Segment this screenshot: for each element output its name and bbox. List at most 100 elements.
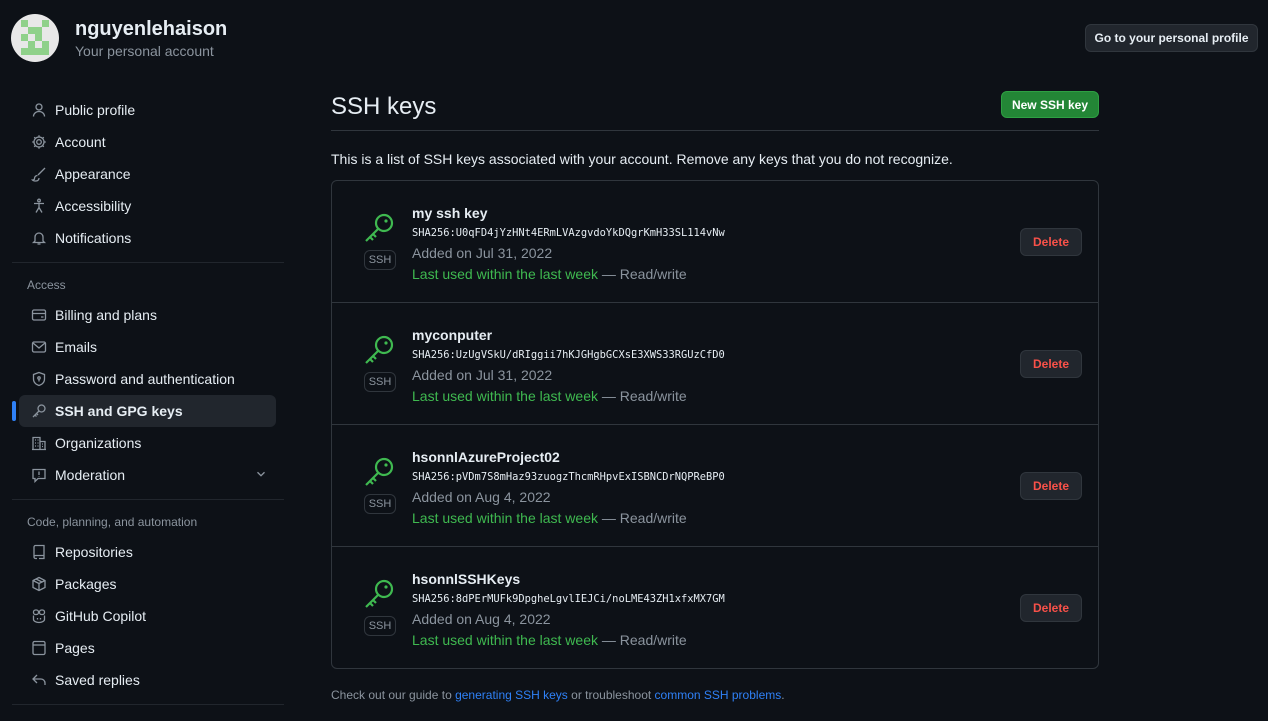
- sidebar-item-repositories[interactable]: Repositories: [19, 536, 276, 568]
- username[interactable]: nguyenlehaison: [75, 16, 227, 42]
- footer-prefix: Check out our guide to: [331, 688, 456, 702]
- key-access-level: — Read/write: [598, 266, 687, 282]
- sidebar-divider: [12, 262, 284, 263]
- key-icon: [31, 403, 47, 419]
- key-added-date: Added on Aug 4, 2022: [412, 611, 551, 627]
- accessibility-icon: [31, 198, 47, 214]
- sidebar-item-label: Organizations: [55, 435, 142, 451]
- delete-button[interactable]: Delete: [1020, 594, 1082, 622]
- key-icon: [365, 335, 394, 364]
- ssh-badge: SSH: [364, 372, 396, 392]
- account-subtitle: Your personal account: [75, 43, 214, 59]
- common-ssh-problems-link[interactable]: common SSH problems: [655, 688, 782, 702]
- key-added-date: Added on Jul 31, 2022: [412, 367, 553, 383]
- sidebar-item-packages[interactable]: Packages: [19, 568, 276, 600]
- section-label-code-planning: Code, planning, and automation: [27, 515, 198, 529]
- sidebar-item-label: Accessibility: [55, 198, 132, 214]
- key-access-level: — Read/write: [598, 510, 687, 526]
- page-title: SSH keys: [331, 93, 437, 120]
- delete-button[interactable]: Delete: [1020, 472, 1082, 500]
- account-header: nguyenlehaison Your personal account: [11, 14, 227, 62]
- sidebar-item-pages[interactable]: Pages: [19, 632, 276, 664]
- browser-icon: [31, 640, 47, 656]
- avatar[interactable]: [11, 14, 59, 62]
- key-last-used: Last used within the last week: [412, 266, 598, 282]
- sidebar-item-label: Repositories: [55, 544, 133, 560]
- key-title: my ssh key: [412, 205, 488, 221]
- ssh-badge: SSH: [364, 616, 396, 636]
- shield-lock-icon: [31, 371, 47, 387]
- delete-button[interactable]: Delete: [1020, 228, 1082, 256]
- sidebar-item-label: Notifications: [55, 230, 132, 246]
- generating-ssh-keys-link[interactable]: generating SSH keys: [455, 688, 568, 702]
- settings-sidebar: Public profile Account Appearance Access…: [12, 94, 284, 713]
- key-fingerprint: SHA256:U0qFD4jYzHNt4ERmLVAzgvdoYkDQgrKmH…: [412, 227, 725, 239]
- footer-note: Check out our guide to generating SSH ke…: [331, 688, 1099, 702]
- list-item: SSH myconputer SHA256:UzUgVSkU/dRIggii7h…: [332, 303, 1098, 425]
- key-access-level: — Read/write: [598, 632, 687, 648]
- sidebar-item-label: Packages: [55, 576, 117, 592]
- key-added-date: Added on Aug 4, 2022: [412, 489, 551, 505]
- sidebar-item-billing[interactable]: Billing and plans: [19, 299, 276, 331]
- copilot-icon: [31, 608, 47, 624]
- key-icon: [365, 213, 394, 242]
- key-title: hsonnlSSHKeys: [412, 571, 521, 587]
- go-to-profile-button[interactable]: Go to your personal profile: [1085, 24, 1258, 52]
- sidebar-item-label: Emails: [55, 339, 98, 355]
- sidebar-item-notifications[interactable]: Notifications: [19, 222, 276, 254]
- delete-button[interactable]: Delete: [1020, 350, 1082, 378]
- sidebar-item-label: Account: [55, 134, 106, 150]
- footer-middle: or troubleshoot: [567, 688, 655, 702]
- ssh-badge: SSH: [364, 250, 396, 270]
- sidebar-item-copilot[interactable]: GitHub Copilot: [19, 600, 276, 632]
- sidebar-divider: [12, 704, 284, 705]
- sidebar-item-account[interactable]: Account: [19, 126, 276, 158]
- key-added-date: Added on Jul 31, 2022: [412, 245, 553, 261]
- sidebar-item-label: GitHub Copilot: [55, 608, 147, 624]
- repo-icon: [31, 544, 47, 560]
- mail-icon: [31, 339, 47, 355]
- report-icon: [31, 467, 47, 483]
- intro-text: This is a list of SSH keys associated wi…: [331, 151, 953, 167]
- sidebar-item-accessibility[interactable]: Accessibility: [19, 190, 276, 222]
- new-ssh-key-button[interactable]: New SSH key: [1001, 91, 1099, 118]
- sidebar-item-password-auth[interactable]: Password and authentication: [19, 363, 276, 395]
- sidebar-item-label: Password and authentication: [55, 371, 235, 387]
- package-icon: [31, 576, 47, 592]
- sidebar-item-public-profile[interactable]: Public profile: [19, 94, 276, 126]
- list-item: SSH hsonnlSSHKeys SHA256:8dPErMUFk9Dpghe…: [332, 547, 1098, 668]
- ssh-badge: SSH: [364, 494, 396, 514]
- bell-icon: [31, 230, 47, 246]
- sidebar-item-appearance[interactable]: Appearance: [19, 158, 276, 190]
- chevron-down-icon[interactable]: [254, 467, 268, 484]
- section-label-access: Access: [27, 278, 66, 292]
- list-item: SSH my ssh key SHA256:U0qFD4jYzHNt4ERmLV…: [332, 181, 1098, 303]
- key-last-used: Last used within the last week: [412, 632, 598, 648]
- key-last-used: Last used within the last week: [412, 510, 598, 526]
- sidebar-item-saved-replies[interactable]: Saved replies: [19, 664, 276, 696]
- key-title: myconputer: [412, 327, 493, 343]
- list-item: SSH hsonnlAzureProject02 SHA256:pVDm7S8m…: [332, 425, 1098, 547]
- sidebar-divider: [12, 499, 284, 500]
- sidebar-item-label: Saved replies: [55, 672, 140, 688]
- sidebar-item-label: SSH and GPG keys: [55, 403, 183, 419]
- page-header: SSH keys New SSH key: [331, 88, 1099, 131]
- key-fingerprint: SHA256:8dPErMUFk9DpgheLgvlIEJCi/noLME43Z…: [412, 593, 725, 605]
- gear-icon: [31, 134, 47, 150]
- sidebar-item-organizations[interactable]: Organizations: [19, 427, 276, 459]
- sidebar-item-emails[interactable]: Emails: [19, 331, 276, 363]
- organization-icon: [31, 435, 47, 451]
- sidebar-item-ssh-gpg-keys[interactable]: SSH and GPG keys: [12, 395, 276, 427]
- sidebar-item-label: Appearance: [55, 166, 131, 182]
- sidebar-item-label: Pages: [55, 640, 95, 656]
- sidebar-item-label: Public profile: [55, 102, 136, 118]
- sidebar-item-label: Billing and plans: [55, 307, 157, 323]
- key-fingerprint: SHA256:UzUgVSkU/dRIggii7hKJGHgbGCXsE3XWS…: [412, 349, 725, 361]
- paintbrush-icon: [31, 166, 47, 182]
- key-icon: [365, 457, 394, 486]
- reply-icon: [31, 672, 47, 688]
- ssh-keys-list: SSH my ssh key SHA256:U0qFD4jYzHNt4ERmLV…: [331, 180, 1099, 669]
- sidebar-item-moderation[interactable]: Moderation: [19, 459, 276, 491]
- key-last-used: Last used within the last week: [412, 388, 598, 404]
- key-icon: [365, 579, 394, 608]
